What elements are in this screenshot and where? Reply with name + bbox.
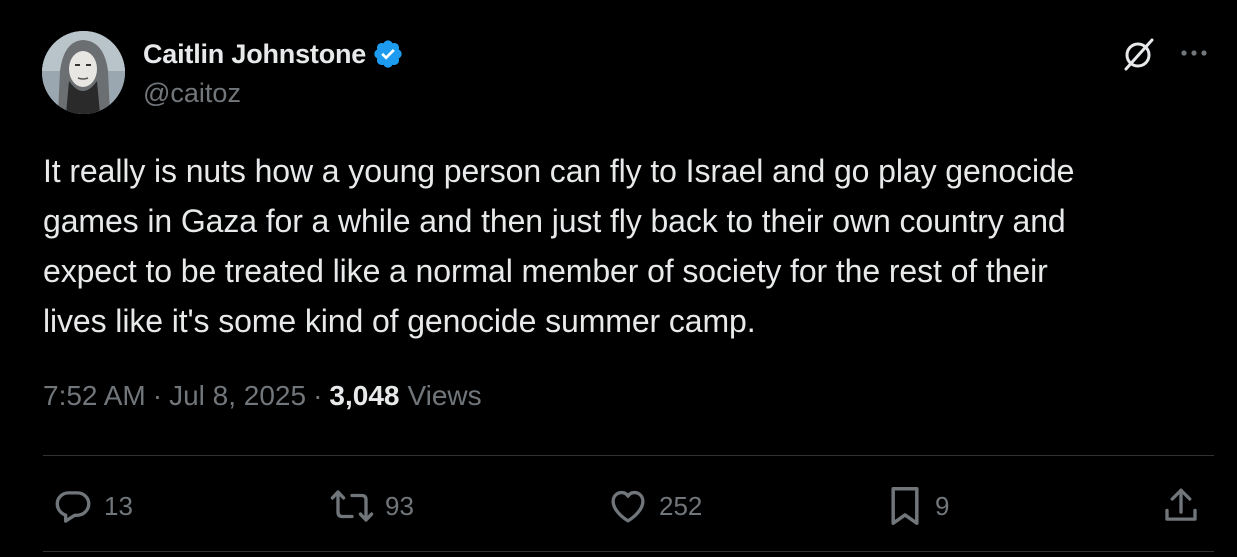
heart-icon [607,485,649,527]
tweet-date[interactable]: Jul 8, 2025 [169,380,306,412]
retweet-icon [329,485,375,527]
bookmark-count: 9 [935,490,950,521]
reply-icon [52,485,94,527]
like-button[interactable]: 252 [607,478,702,534]
share-icon [1160,485,1202,527]
avatar[interactable] [42,31,125,114]
divider [43,455,1214,456]
author-name-row[interactable]: Caitlin Johnstone [143,36,404,72]
author-handle[interactable]: @caitoz [143,78,241,109]
display-name[interactable]: Caitlin Johnstone [143,39,366,70]
meta-separator: · [313,380,323,411]
retweet-button[interactable]: 93 [329,478,414,534]
reply-count: 13 [104,490,133,521]
tweet-text: It really is nuts how a young person can… [43,153,1075,339]
bookmark-button[interactable]: 9 [885,478,949,534]
like-count: 252 [659,490,703,521]
meta-separator: · [152,380,163,411]
bookmark-icon [885,484,925,528]
reply-button[interactable]: 13 [52,478,133,534]
tweet-time[interactable]: 7:52 AM [43,380,146,412]
more-icon[interactable] [1178,40,1210,66]
grok-icon[interactable] [1121,36,1157,72]
verified-badge-icon[interactable] [372,38,404,70]
divider [43,551,1214,552]
views-label[interactable]: Views [407,380,481,412]
action-bar: 13 93 252 9 [0,478,1237,534]
retweet-count: 93 [385,490,414,521]
tweet-card[interactable]: Caitlin Johnstone @caitoz It really is n… [0,0,1237,557]
views-count[interactable]: 3,048 [329,380,399,412]
share-button[interactable] [1160,478,1202,534]
tweet-metadata: 7:52 AM · Jul 8, 2025 · 3,048 Views [43,380,482,412]
